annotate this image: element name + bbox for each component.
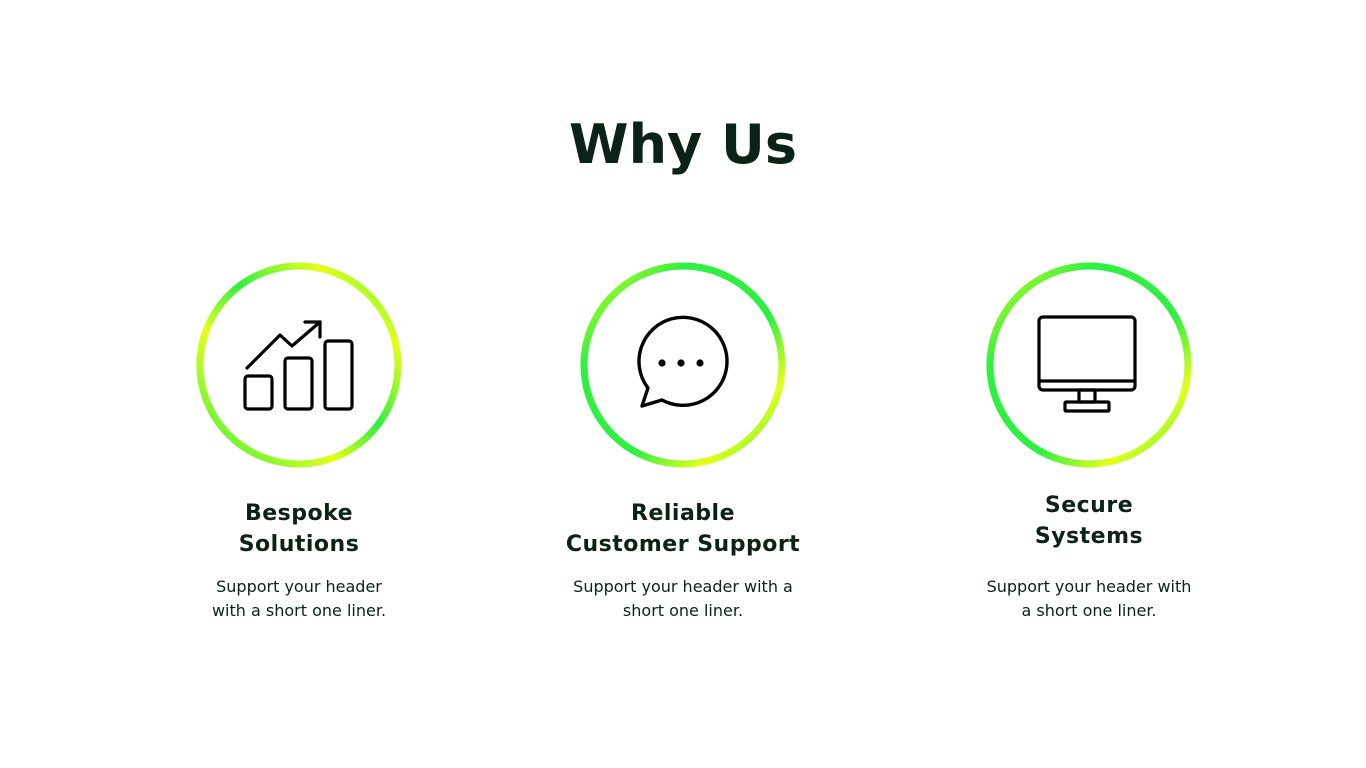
section-title: Why Us xyxy=(569,113,797,176)
feature-description: Support your header with a short one lin… xyxy=(986,577,1192,620)
feature-bespoke-solutions: Bespoke Solutions Support your header wi… xyxy=(149,262,449,623)
feature-title: Bespoke Solutions xyxy=(238,501,360,557)
feature-title: Reliable Customer Support xyxy=(565,501,801,557)
feature-title: Secure Systems xyxy=(1034,493,1144,549)
feature-secure-systems: Secure Systems Support your header with … xyxy=(939,262,1239,623)
icon-ring xyxy=(580,262,786,468)
feature-reliable-customer-support: Reliable Customer Support Support your h… xyxy=(533,262,833,623)
icon-ring xyxy=(196,262,402,468)
chat-bubble-icon xyxy=(637,315,729,408)
icon-ring xyxy=(986,262,1192,468)
feature-description: Support your header with a short one lin… xyxy=(211,577,387,620)
monitor-icon xyxy=(1037,315,1137,413)
bar-chart-growth-icon xyxy=(243,320,354,411)
feature-description: Support your header with a short one lin… xyxy=(573,577,793,620)
why-us-section: Why Us Bespoke Solutions Support your he… xyxy=(0,0,1366,768)
